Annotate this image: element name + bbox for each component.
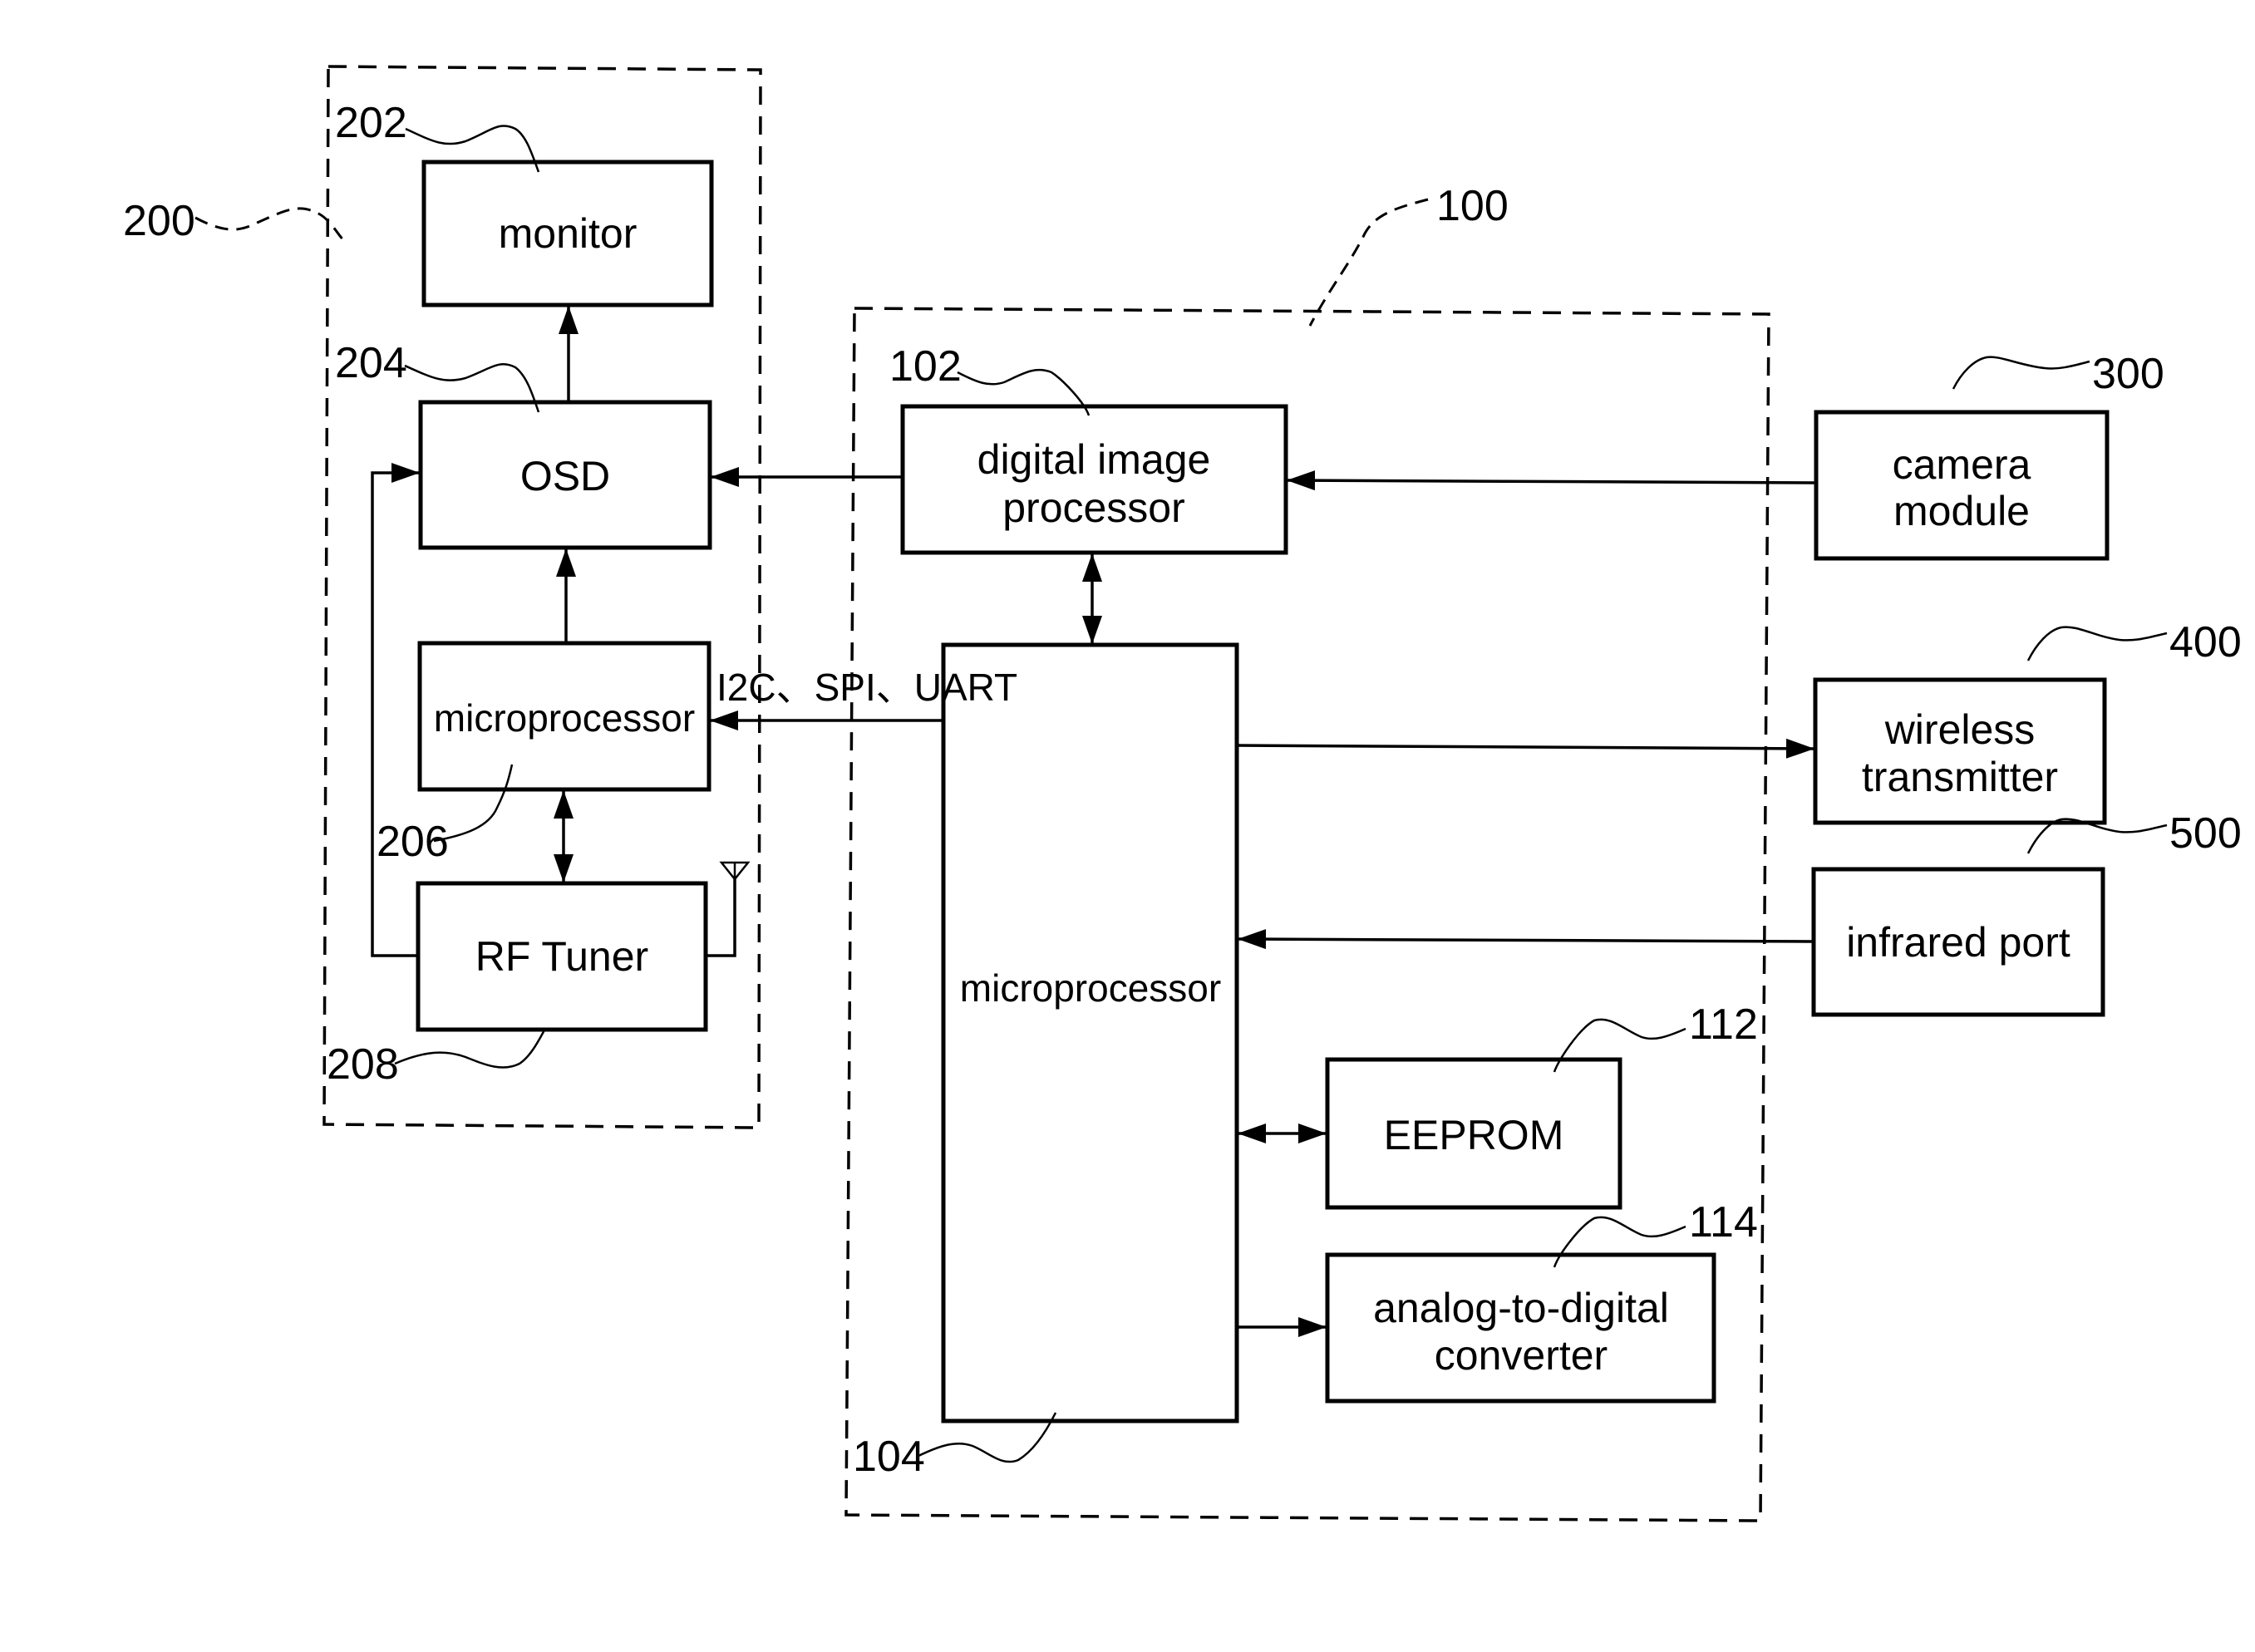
infrared-to-micro104-arrow xyxy=(1238,929,1814,950)
camera-to-dip-arrow xyxy=(1287,470,1817,491)
ref-100: 100 xyxy=(1436,182,1509,230)
leader-100 xyxy=(1308,198,1429,327)
block-diagram: 200 monitor 202 OSD 204 microprocessor 2… xyxy=(123,65,2242,1522)
leader-400 xyxy=(2026,626,2168,661)
leader-200 xyxy=(194,207,346,243)
adc-label-1: analog-to-digital xyxy=(1373,1285,1669,1331)
rf-tuner-label: RF Tuner xyxy=(475,933,648,980)
wireless-transmitter-label-1: wireless xyxy=(1884,706,2036,753)
osd-label: OSD xyxy=(520,453,610,499)
ref-112: 112 xyxy=(1689,1001,1758,1049)
digital-image-processor-label-2: processor xyxy=(1002,484,1185,531)
ref-104: 104 xyxy=(853,1433,925,1481)
antenna-icon xyxy=(706,861,751,957)
leader-300 xyxy=(1952,356,2090,390)
ref-114: 114 xyxy=(1689,1198,1758,1246)
digital-image-processor-label-1: digital image xyxy=(977,436,1211,483)
leader-208 xyxy=(394,1028,547,1069)
ref-206: 206 xyxy=(377,818,449,866)
ref-202: 202 xyxy=(335,99,407,147)
display-microprocessor-label: microprocessor xyxy=(434,696,695,740)
ref-204: 204 xyxy=(335,339,407,387)
adc-label-2: converter xyxy=(1435,1332,1608,1379)
eeprom-label: EEPROM xyxy=(1384,1112,1564,1158)
monitor-label: monitor xyxy=(499,210,638,257)
infrared-port-label: infrared port xyxy=(1846,919,2070,966)
main-microprocessor-block xyxy=(941,642,1239,1423)
camera-module-label-2: module xyxy=(1893,488,2030,534)
ref-200: 200 xyxy=(123,197,195,245)
ref-400: 400 xyxy=(2169,618,2242,666)
ref-300: 300 xyxy=(2092,350,2164,398)
bus-label: I2C、SPI、UART xyxy=(716,666,1017,709)
ref-208: 208 xyxy=(327,1040,399,1089)
camera-module-label-1: camera xyxy=(1893,441,2031,488)
main-microprocessor-label: microprocessor xyxy=(960,966,1221,1010)
ref-500: 500 xyxy=(2169,809,2242,858)
rf-to-osd-feedback-arrow xyxy=(371,463,420,957)
ref-102: 102 xyxy=(889,342,962,391)
wireless-transmitter-label-2: transmitter xyxy=(1862,754,2058,800)
micro104-to-wireless-arrow xyxy=(1236,738,1814,759)
